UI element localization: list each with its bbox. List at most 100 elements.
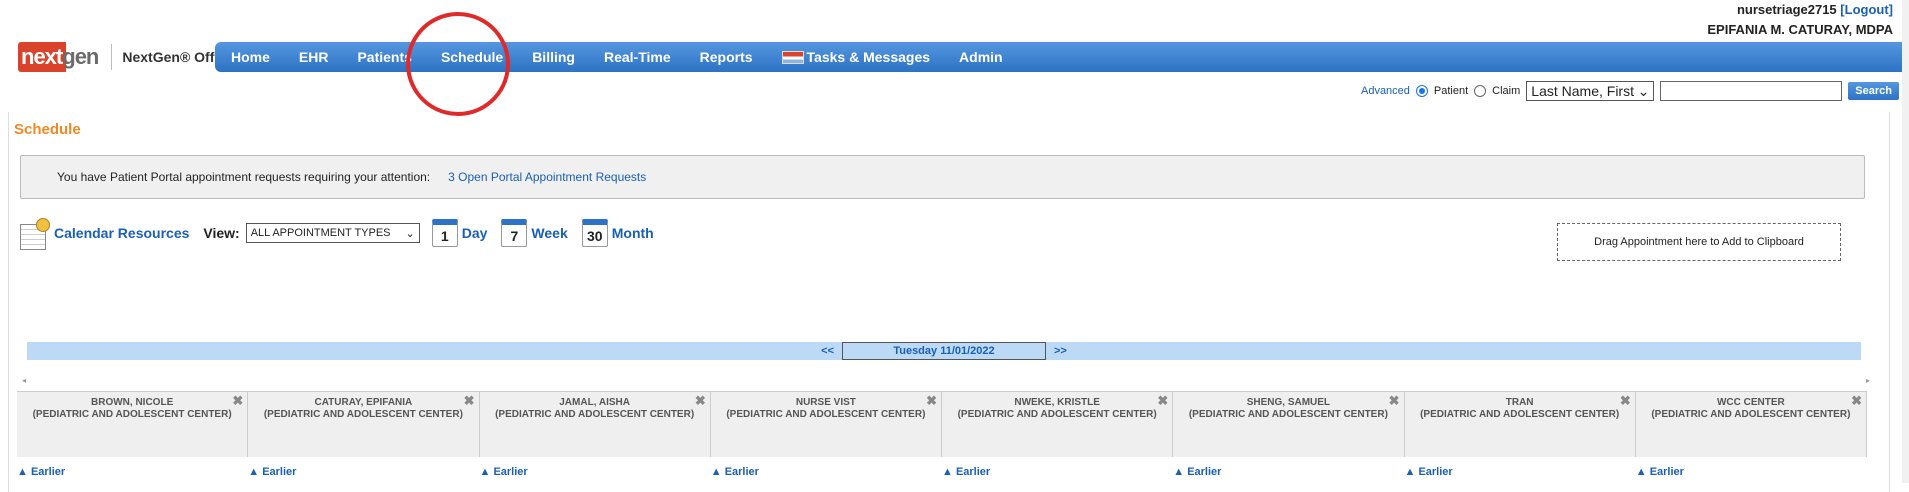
- provider-name: NWEKE, KRISTLE: [1014, 397, 1100, 408]
- search-field-select[interactable]: Last Name, First ⌄: [1526, 81, 1655, 101]
- provider-column: TRAN (PEDIATRIC AND ADOLESCENT CENTER) ✖: [1405, 392, 1636, 457]
- calendar-resources-icon: [20, 218, 50, 250]
- provider-name: BROWN, NICOLE: [91, 397, 174, 408]
- provider-columns: BROWN, NICOLE (PEDIATRIC AND ADOLESCENT C…: [17, 391, 1867, 457]
- chevron-down-icon: ⌄: [1637, 82, 1650, 99]
- earlier-link[interactable]: ▲ Earlier: [711, 466, 759, 478]
- provider-column: NWEKE, KRISTLE (PEDIATRIC AND ADOLESCENT …: [942, 392, 1174, 457]
- earlier-link[interactable]: ▲ Earlier: [1173, 466, 1221, 478]
- provider-column: SHENG, SAMUEL (PEDIATRIC AND ADOLESCENT C…: [1173, 392, 1405, 457]
- nav-schedule[interactable]: Schedule: [441, 49, 503, 65]
- earlier-row: ▲ Earlier ▲ Earlier ▲ Earlier ▲ Earlier …: [17, 466, 1867, 478]
- schedule-toolbar: Calendar Resources View: ALL APPOINTMENT…: [20, 218, 668, 250]
- patient-radio[interactable]: [1415, 85, 1428, 97]
- day-label: Day: [461, 225, 488, 241]
- provider-name: NURSE VIST: [795, 397, 856, 408]
- earlier-link[interactable]: ▲ Earlier: [942, 466, 990, 478]
- chevron-down-icon: ⌄: [405, 227, 415, 240]
- nav-billing[interactable]: Billing: [532, 49, 575, 65]
- provider-location: (PEDIATRIC AND ADOLESCENT CENTER): [957, 409, 1157, 420]
- close-icon[interactable]: ✖: [1389, 394, 1400, 407]
- provider-location: (PEDIATRIC AND ADOLESCENT CENTER): [495, 409, 695, 420]
- month-view-link[interactable]: 30 Month: [581, 219, 654, 247]
- week-label: Week: [531, 225, 568, 241]
- earlier-link[interactable]: ▲ Earlier: [248, 466, 296, 478]
- portal-message: You have Patient Portal appointment requ…: [57, 170, 431, 184]
- earlier-link[interactable]: ▲ Earlier: [17, 466, 65, 478]
- close-icon[interactable]: ✖: [695, 394, 706, 407]
- search-button[interactable]: Search: [1848, 82, 1899, 100]
- week-view-link[interactable]: 7 Week: [501, 219, 568, 247]
- nav-home[interactable]: Home: [231, 49, 270, 65]
- patient-radio-label: Patient: [1433, 85, 1469, 97]
- close-icon[interactable]: ✖: [1851, 394, 1862, 407]
- provider-column: WCC CENTER (PEDIATRIC AND ADOLESCENT CENT…: [1636, 392, 1867, 457]
- provider-column: NURSE VIST (PEDIATRIC AND ADOLESCENT CENT…: [711, 392, 942, 457]
- provider-name: WCC CENTER: [1716, 397, 1785, 408]
- username: nursetriage2715: [1736, 2, 1837, 17]
- nav-tasks-label: Tasks & Messages: [806, 49, 931, 65]
- close-icon[interactable]: ✖: [1620, 394, 1631, 407]
- close-icon[interactable]: ✖: [232, 394, 243, 407]
- provider-location: (PEDIATRIC AND ADOLESCENT CENTER): [1651, 409, 1851, 420]
- provider-name: CATURAY, EPIFANIA: [314, 397, 413, 408]
- view-select-value: ALL APPOINTMENT TYPES: [250, 227, 391, 239]
- appointment-clipboard[interactable]: Drag Appointment here to Add to Clipboar…: [1557, 223, 1841, 261]
- provider-name: JAMAL, AISHA: [559, 397, 630, 408]
- month-label: Month: [611, 225, 654, 241]
- view-label: View:: [203, 225, 240, 241]
- nav-admin[interactable]: Admin: [959, 49, 1003, 65]
- open-portal-requests-link[interactable]: 3 Open Portal Appointment Requests: [448, 170, 646, 184]
- current-date[interactable]: Tuesday 11/01/2022: [842, 342, 1046, 360]
- calendar-resources-link[interactable]: Calendar Resources: [20, 218, 190, 250]
- claim-radio[interactable]: [1474, 85, 1487, 97]
- search-input[interactable]: [1660, 81, 1843, 101]
- close-icon[interactable]: ✖: [1157, 394, 1168, 407]
- earlier-link[interactable]: ▲ Earlier: [1636, 466, 1684, 478]
- page-title: Schedule: [14, 121, 81, 138]
- provider-column: JAMAL, AISHA (PEDIATRIC AND ADOLESCENT CE…: [480, 392, 711, 457]
- provider-column: CATURAY, EPIFANIA (PEDIATRIC AND ADOLESCE…: [248, 392, 480, 457]
- provider-location: (PEDIATRIC AND ADOLESCENT CENTER): [1188, 409, 1388, 420]
- vertical-scrollbar[interactable]: [1902, 0, 1909, 483]
- calendar-resources-label: Calendar Resources: [54, 225, 190, 241]
- nav-realtime[interactable]: Real-Time: [604, 49, 671, 65]
- search-field-value: Last Name, First: [1531, 83, 1634, 99]
- nav-reports[interactable]: Reports: [700, 49, 753, 65]
- mail-flag-icon: [781, 50, 804, 64]
- provider-location: (PEDIATRIC AND ADOLESCENT CENTER): [263, 409, 463, 420]
- earlier-link[interactable]: ▲ Earlier: [1405, 466, 1453, 478]
- logo-mark: nextgen: [18, 42, 102, 72]
- provider-location: (PEDIATRIC AND ADOLESCENT CENTER): [32, 409, 232, 420]
- logo-divider: [111, 44, 113, 70]
- user-info: nursetriage2715 [Logout] EPIFANIA M. CAT…: [1707, 0, 1893, 40]
- close-icon[interactable]: ✖: [926, 394, 937, 407]
- close-icon[interactable]: ✖: [464, 394, 475, 407]
- provider-location: (PEDIATRIC AND ADOLESCENT CENTER): [726, 409, 926, 420]
- nav-tasks-messages[interactable]: Tasks & Messages: [781, 49, 931, 65]
- portal-requests-banner: You have Patient Portal appointment requ…: [20, 155, 1865, 199]
- calendar-week-icon: 7: [501, 219, 528, 247]
- date-navigator: << Tuesday 11/01/2022 >>: [27, 342, 1861, 360]
- next-day-button[interactable]: >>: [1054, 345, 1067, 357]
- provider-location: (PEDIATRIC AND ADOLESCENT CENTER): [1420, 409, 1620, 420]
- calendar-month-icon: 30: [581, 219, 608, 247]
- earlier-link[interactable]: ▲ Earlier: [480, 466, 528, 478]
- provider-name: SHENG, SAMUEL: [1246, 397, 1331, 408]
- horizontal-scroll[interactable]: ◂ ▸: [20, 376, 1870, 386]
- nextgen-logo[interactable]: nextgen NextGen® Office: [18, 42, 234, 72]
- nav-ehr[interactable]: EHR: [299, 49, 329, 65]
- advanced-search-link[interactable]: Advanced: [1361, 85, 1410, 97]
- view-select[interactable]: ALL APPOINTMENT TYPES ⌄: [245, 223, 420, 243]
- prev-day-button[interactable]: <<: [821, 345, 834, 357]
- scroll-right-icon[interactable]: ▸: [1866, 376, 1870, 385]
- patient-search-bar: Advanced Patient Claim Last Name, First ⌄…: [1361, 81, 1899, 101]
- provider-column: BROWN, NICOLE (PEDIATRIC AND ADOLESCENT C…: [17, 392, 249, 457]
- day-view-link[interactable]: 1 Day: [431, 219, 488, 247]
- calendar-day-icon: 1: [431, 219, 458, 247]
- claim-radio-label: Claim: [1492, 85, 1521, 97]
- scroll-left-icon[interactable]: ◂: [22, 376, 26, 385]
- nav-patients[interactable]: Patients: [357, 49, 411, 65]
- logout-link[interactable]: [Logout]: [1840, 2, 1893, 17]
- user-full-name: EPIFANIA M. CATURAY, MDPA: [1707, 22, 1893, 37]
